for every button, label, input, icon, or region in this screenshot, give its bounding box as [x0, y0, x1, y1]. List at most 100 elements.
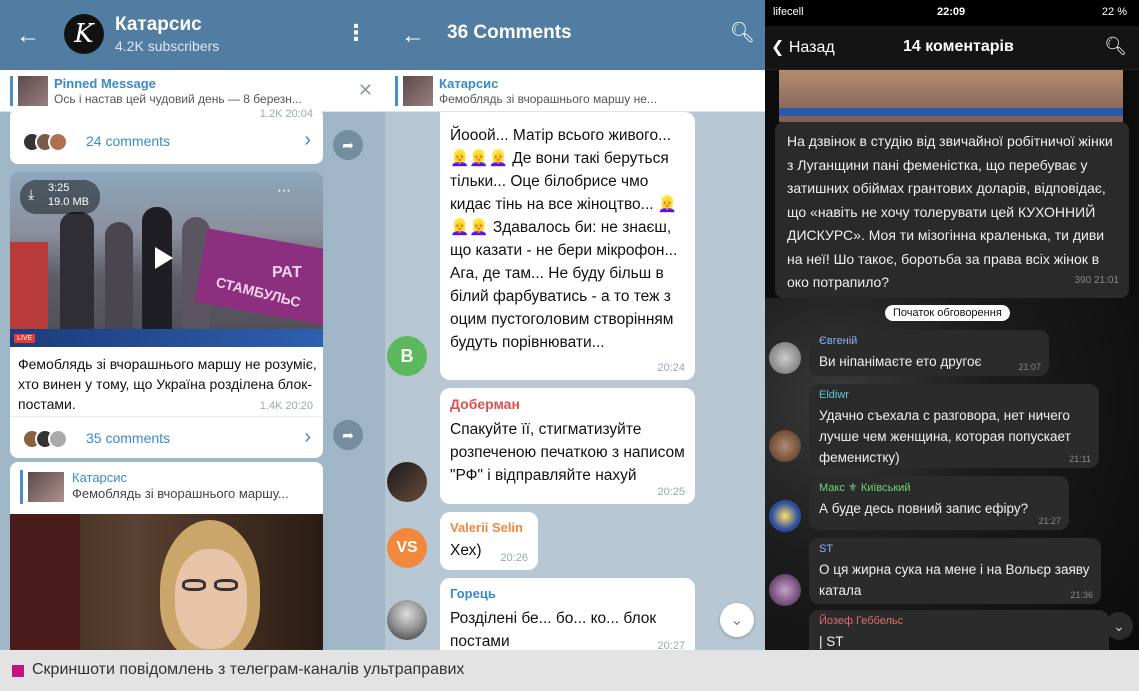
arrow-left-icon[interactable]: ← — [401, 22, 425, 50]
avatar[interactable]: В — [387, 336, 427, 376]
video-size: 19.0 MB — [48, 196, 89, 208]
caption-text: Скриншоти повідомлень з телеграм-каналів… — [32, 661, 465, 678]
arrow-left-icon[interactable]: ← — [16, 22, 40, 50]
comments-link[interactable]: 35 comments — [86, 430, 170, 446]
comment-time: 20:27 — [657, 640, 685, 650]
channel-post[interactable]: На дзвінок в студію від звичайної робітн… — [775, 122, 1129, 298]
download-icon: ⤓ — [28, 186, 35, 202]
comment-author[interactable]: Доберман — [450, 396, 685, 412]
comment-text: О ця жирна сука на мене і на Вольєр заяв… — [819, 562, 1090, 598]
comment-text: Удачно съехала с разговора, нет ничего л… — [819, 408, 1071, 465]
comment-author[interactable]: Йозеф Геббельс — [819, 615, 1099, 627]
video-preview[interactable] — [779, 70, 1123, 122]
comment-bubble[interactable]: Євгеній Ви нiпанiмаєте ето другоє 21:07 — [809, 330, 1049, 376]
search-icon[interactable]: 🔍︎ — [1104, 36, 1127, 57]
forward-text: Фемоблядь зі вчорашнього маршу... — [72, 486, 289, 501]
post-card: Катарсис Фемоблядь зі вчорашнього маршу.… — [10, 462, 323, 650]
avatar[interactable] — [387, 600, 427, 640]
views-time: 1.4K 20:20 — [259, 400, 313, 412]
comment-bubble[interactable]: Йооой... Матір всього живого... 👱‍♀️👱‍♀️… — [440, 112, 695, 380]
avatar[interactable] — [769, 342, 801, 374]
search-icon[interactable]: 🔍︎ — [730, 20, 755, 45]
forward-name: Катарсис — [72, 470, 128, 485]
play-icon[interactable] — [155, 247, 173, 269]
channel-panel: ← K Катарсис 4.2K subscribers ⋮ Pinned M… — [0, 0, 385, 650]
battery: 22 % — [1101, 6, 1127, 18]
comment-author[interactable]: Горець — [450, 586, 685, 601]
channel-header: ← K Катарсис 4.2K subscribers ⋮ — [0, 0, 385, 70]
comment-bubble[interactable]: Горець Розділені бе... бо... ко... блок … — [440, 578, 695, 650]
carrier: lifecell — [773, 6, 804, 18]
figure-caption: Скриншоти повідомлень з телеграм-каналів… — [0, 650, 1139, 691]
channel-avatar[interactable]: K — [64, 14, 104, 54]
pinned-accent-bar — [10, 76, 13, 106]
avatar[interactable] — [769, 574, 801, 606]
post-card: РАТ СТАМБУЛЬС ⤓ 3:25 19.0 MB ⋯ LIVE Фемо… — [10, 172, 323, 458]
nav-title: 14 коментарів — [903, 38, 1014, 55]
comment-author[interactable]: Eldiwr — [819, 389, 1089, 401]
views-time: 390 21:01 — [1074, 274, 1120, 286]
avatar[interactable] — [769, 500, 801, 532]
comment-bubble[interactable]: Доберман Спакуйте її, стигматизуйте розп… — [440, 388, 695, 504]
comment-author[interactable]: Євгеній — [819, 335, 1039, 347]
back-label: Назад — [788, 39, 835, 56]
comment-bubble[interactable]: Valerii Selin Хех) 20:26 — [440, 512, 538, 570]
comments-row[interactable]: 35 comments › — [10, 416, 323, 458]
live-badge: LIVE — [14, 334, 36, 343]
share-icon[interactable]: ➦ — [333, 420, 363, 450]
avatar[interactable] — [387, 462, 427, 502]
comments-link[interactable]: 24 comments — [86, 133, 170, 149]
comment-author[interactable]: Valerii Selin — [450, 520, 528, 535]
pinned-message[interactable]: Pinned Message Ось і настав цей чудовий … — [0, 70, 385, 112]
views-time: 1.2K 20:04 — [259, 108, 313, 120]
comment-time: 21:07 — [1018, 362, 1041, 372]
source-thumbnail — [403, 76, 433, 106]
comment-bubble[interactable]: Макс ⚜ Київський А буде десь повний запи… — [809, 476, 1069, 530]
banner-text: РАТ — [272, 264, 302, 281]
video-length: 3:25 — [48, 182, 70, 194]
clock: 22:09 — [937, 6, 966, 18]
comment-text: Спакуйте її, стигматизуйте розпеченою пе… — [450, 421, 685, 484]
source-text: Фемоблядь зі вчорашнього маршу не... — [439, 92, 657, 106]
pinned-text: Ось і настав цей чудовий день — 8 березн… — [54, 92, 302, 106]
comment-time: 20:24 — [657, 362, 685, 374]
nav-bar: ❮ Назад 14 коментарів 🔍︎ — [765, 26, 1139, 70]
channel-name[interactable]: Катарсис — [115, 14, 202, 36]
chevron-left-icon: ❮ — [771, 39, 789, 56]
comment-text: А буде десь повний запис ефіру? — [819, 501, 1029, 516]
more-icon[interactable]: ⋯ — [277, 182, 291, 199]
chevron-right-icon: › — [304, 129, 311, 151]
comment-text: Ви нiпанiмаєте ето другоє — [819, 354, 982, 369]
share-icon[interactable]: ➦ — [333, 130, 363, 160]
discussion-source[interactable]: Катарсис Фемоблядь зі вчорашнього маршу … — [385, 70, 765, 112]
avatar[interactable] — [769, 430, 801, 462]
comment-bubble[interactable]: Eldiwr Удачно съехала с разговора, нет н… — [809, 384, 1099, 468]
download-badge[interactable]: ⤓ 3:25 19.0 MB — [20, 180, 100, 214]
comment-text: Йооой... Матір всього живого... 👱‍♀️👱‍♀️… — [450, 127, 678, 351]
avatar[interactable]: VS — [387, 528, 427, 568]
comment-time: 21:27 — [1038, 516, 1061, 526]
vertical-dots-icon[interactable]: ⋮ — [345, 20, 367, 46]
subscriber-count: 4.2K subscribers — [115, 38, 220, 54]
close-icon[interactable]: ✕ — [358, 80, 373, 101]
comment-time: 21:36 — [1070, 590, 1093, 600]
back-button[interactable]: ❮ Назад — [771, 37, 835, 57]
status-bar: lifecell 22:09 22 % — [765, 0, 1139, 26]
tv-lower-third — [10, 329, 323, 347]
commenter-avatars — [22, 429, 68, 449]
comment-time: 20:26 — [500, 552, 528, 564]
discussion-start-label: Початок обговорення — [885, 305, 1010, 321]
video-thumbnail[interactable]: РАТ СТАМБУЛЬС ⤓ 3:25 19.0 MB ⋯ LIVE — [10, 172, 323, 347]
comments-row[interactable]: 24 comments › — [10, 120, 323, 164]
comment-author[interactable]: Макс ⚜ Київський — [819, 481, 1059, 494]
protest-banner — [194, 228, 323, 327]
forwarded-header[interactable]: Катарсис Фемоблядь зі вчорашнього маршу.… — [10, 462, 323, 514]
caption-square — [12, 665, 24, 677]
comment-author[interactable]: ST — [819, 543, 1091, 555]
chevron-down-icon[interactable]: ⌄ — [1105, 612, 1133, 640]
comments-panel: ← 36 Comments 🔍︎ Катарсис Фемоблядь зі в… — [385, 0, 765, 650]
post-photo[interactable] — [10, 514, 323, 650]
chevron-down-icon[interactable]: ⌄ — [720, 603, 754, 637]
comment-bubble[interactable]: Йозеф Геббельс | ST — [809, 610, 1109, 650]
comment-bubble[interactable]: ST О ця жирна сука на мене і на Вольєр з… — [809, 538, 1101, 604]
